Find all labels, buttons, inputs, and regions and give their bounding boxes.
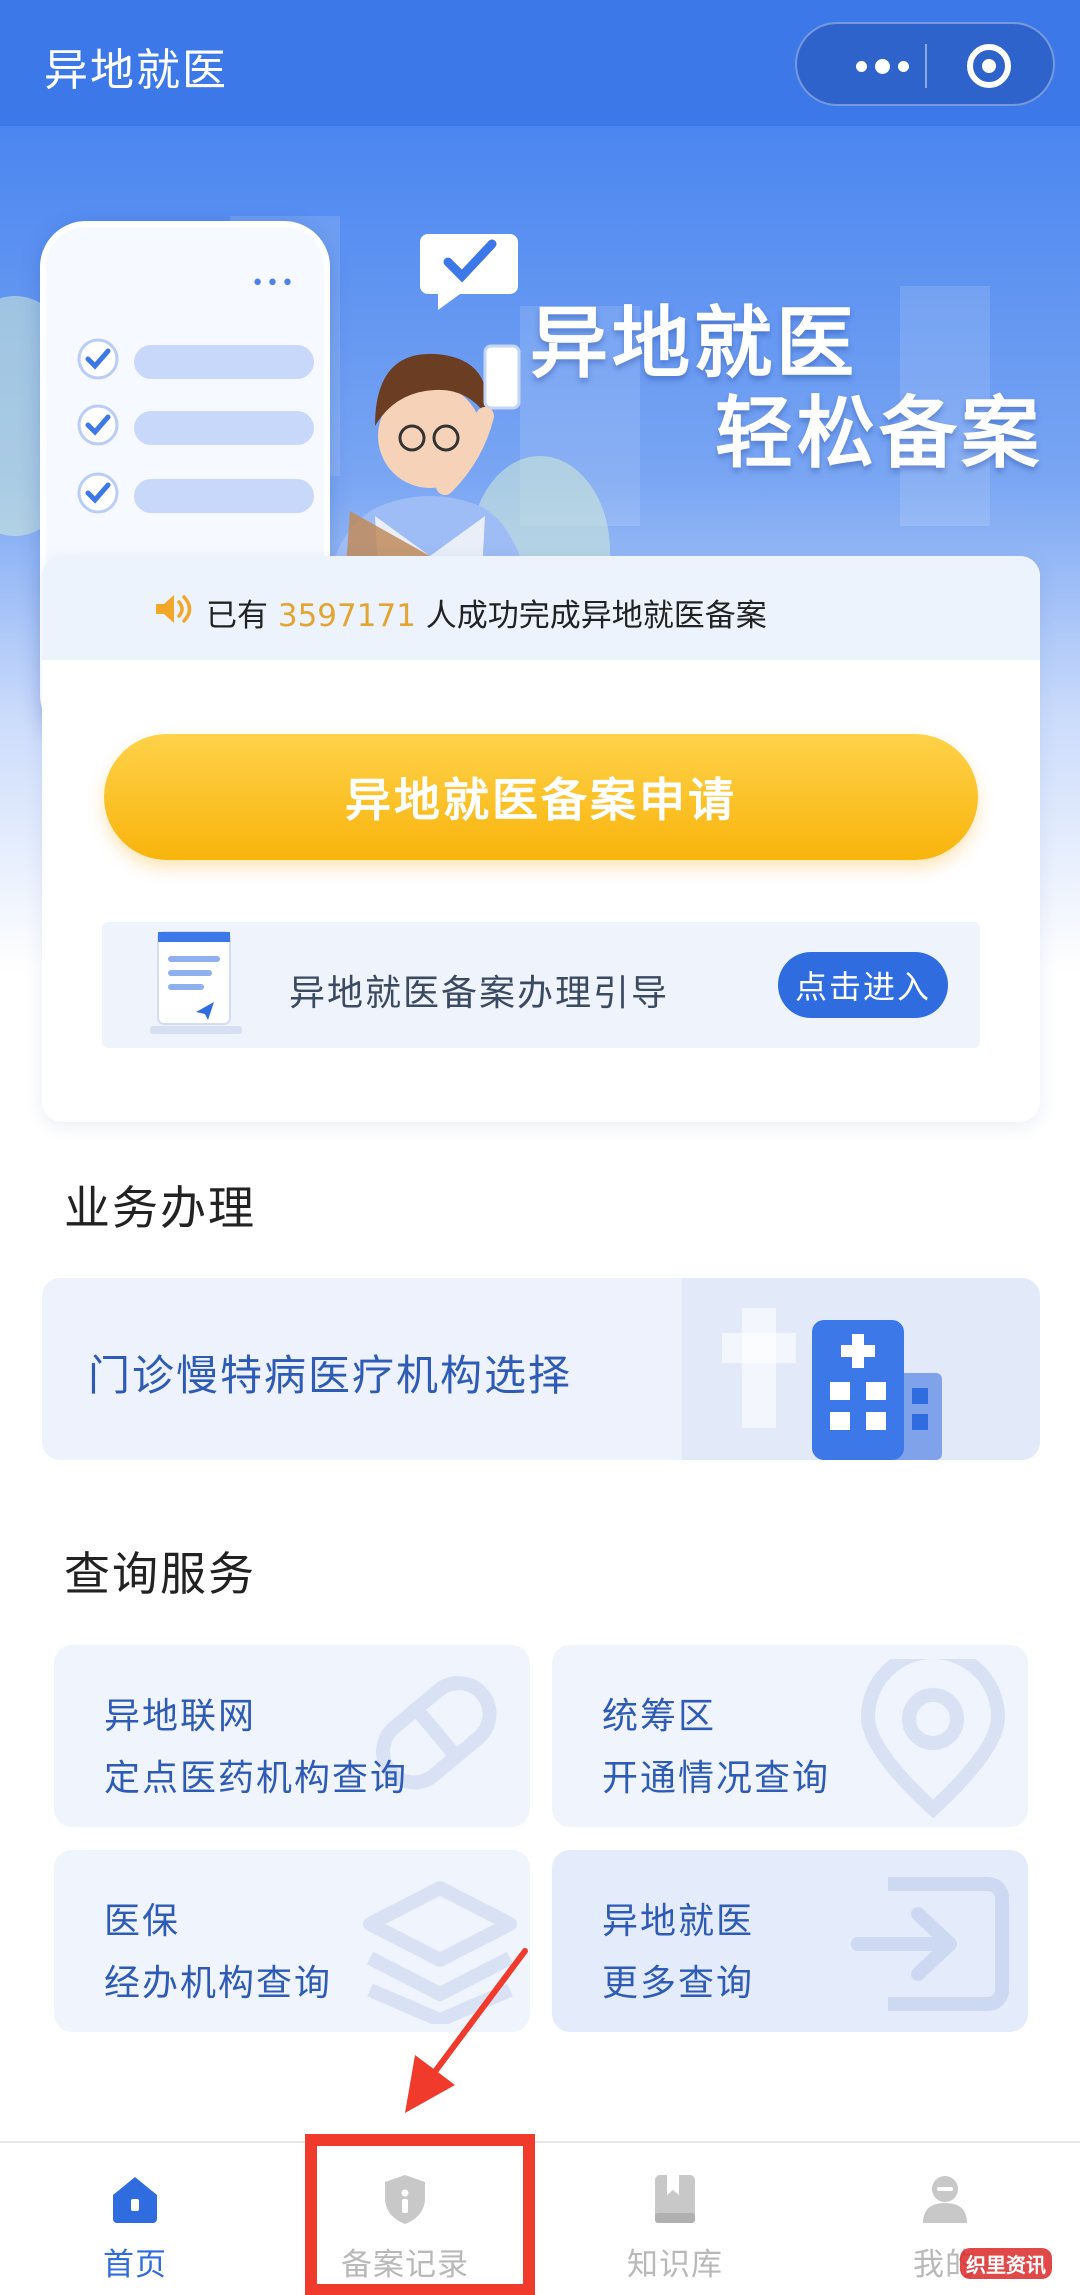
top-nav-bar: 异地就医 [0, 0, 1080, 126]
tab-knowledge-label: 知识库 [627, 2247, 723, 2283]
checkmark-icon [77, 472, 119, 514]
apply-registration-button[interactable]: 异地就医备案申请 [104, 734, 978, 860]
document-guide-icon [150, 931, 242, 1034]
notice-text: 已有 3597171 人成功完成异地就医备案 [206, 590, 767, 635]
home-icon [113, 2177, 157, 2223]
bottom-tab-bar: 首页 备案记录 知识库 我的 [0, 2141, 1080, 2295]
query-card-line1: 统筹区 [602, 1696, 717, 1737]
hospital-building-icon [682, 1278, 1040, 1460]
phone-dots-icon: ••• [251, 271, 296, 296]
query-card-line1: 医保 [104, 1901, 181, 1942]
annotation-highlight-box [305, 2134, 535, 2295]
query-card-more-queries[interactable]: 异地就医 更多查询 [552, 1850, 1028, 2032]
banner-slogan-line2: 轻松备案 [715, 389, 1044, 479]
notice-bar: 已有 3597171 人成功完成异地就医备案 [42, 556, 1040, 660]
close-miniprogram-icon[interactable] [967, 44, 1011, 88]
query-card-line2: 更多查询 [602, 1963, 755, 2004]
notice-suffix: 人成功完成异地就医备案 [425, 598, 767, 634]
business-section-title: 业务办理 [64, 1181, 256, 1235]
notice-prefix: 已有 [206, 598, 268, 634]
speaker-icon [156, 595, 192, 623]
clinic-selection-card[interactable]: 门诊慢特病医疗机构选择 [42, 1278, 1040, 1460]
book-icon [655, 2175, 695, 2223]
tab-knowledge-base[interactable]: 知识库 [540, 2143, 810, 2295]
query-card-line1: 异地就医 [602, 1901, 755, 1942]
guide-text: 异地就医备案办理引导 [289, 973, 670, 1014]
query-card-line2: 定点医药机构查询 [104, 1758, 409, 1799]
main-card: 已有 3597171 人成功完成异地就医备案 异地就医备案申请 异地就医备案办理… [42, 556, 1040, 1122]
tab-home-label: 首页 [103, 2247, 167, 2283]
location-pin-icon [860, 1659, 1006, 1819]
tab-home[interactable]: 首页 [0, 2143, 270, 2295]
query-card-line1: 异地联网 [104, 1696, 257, 1737]
chat-check-bubble-icon [420, 234, 518, 310]
watermark-logo: 织里资讯 [960, 2248, 1052, 2279]
miniprogram-capsule [795, 22, 1055, 106]
checkmark-icon [77, 404, 119, 446]
capsule-divider [925, 44, 927, 88]
checkmark-icon [77, 338, 119, 380]
registered-count: 3597171 [277, 598, 416, 634]
annotation-arrow [405, 1948, 528, 2113]
more-menu-icon[interactable] [837, 46, 927, 86]
query-section-title: 查询服务 [64, 1547, 256, 1601]
query-card-line2: 开通情况查询 [602, 1758, 831, 1799]
enter-arrow-icon [851, 1877, 1009, 2011]
clinic-selection-label: 门诊慢特病医疗机构选择 [88, 1351, 573, 1400]
query-card-coordination-area[interactable]: 统筹区 开通情况查询 [552, 1645, 1028, 1827]
query-card-designated-institutions[interactable]: 异地联网 定点医药机构查询 [54, 1645, 530, 1827]
user-icon [923, 2176, 967, 2223]
query-card-line2: 经办机构查询 [104, 1963, 333, 2004]
app-title: 异地就医 [44, 45, 228, 96]
guide-banner[interactable]: 异地就医备案办理引导 点击进入 [102, 922, 980, 1048]
enter-guide-button[interactable]: 点击进入 [778, 952, 948, 1018]
